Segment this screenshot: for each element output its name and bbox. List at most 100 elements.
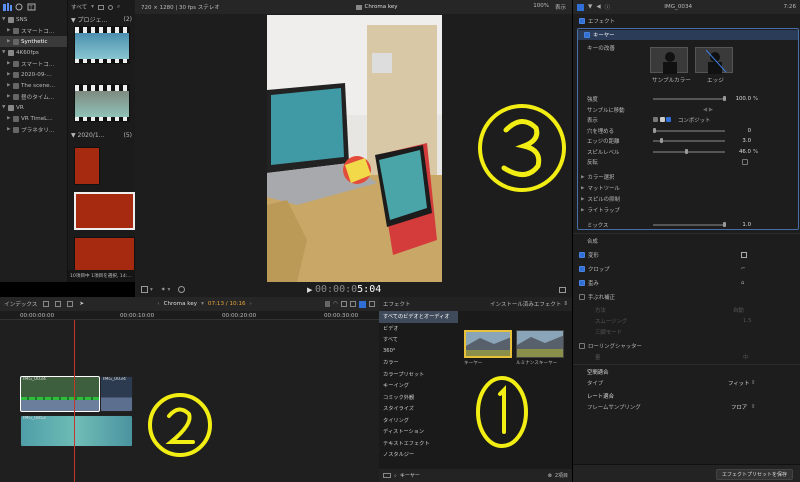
chevron-updown-icon[interactable]: ⇕ <box>751 380 756 386</box>
stabilization-section[interactable]: 手ぶれ補正 <box>573 292 800 302</box>
transform-section[interactable]: 変形 <box>573 250 800 260</box>
zoom-menu[interactable]: 100% <box>533 3 549 11</box>
type-popup[interactable]: フィット <box>728 379 749 387</box>
keyer-group[interactable]: ▶ カラー選択 <box>573 172 800 182</box>
keyer-group[interactable]: ▶ ライトラップ <box>573 205 800 215</box>
keyer-group[interactable]: ▶ マットツール <box>573 183 800 193</box>
event-item[interactable]: ▶ VR TimeL... <box>0 113 67 124</box>
distort-checkbox[interactable] <box>579 280 585 286</box>
stabilization-checkbox[interactable] <box>579 294 585 300</box>
composite-section[interactable]: 合成 <box>573 236 800 246</box>
event-item[interactable]: ▶ スマートコ... <box>0 25 67 36</box>
event-item[interactable]: ▶ スマートコ... <box>0 58 67 69</box>
timeline-clip-selected[interactable]: IMG_0034 <box>20 376 100 412</box>
chevron-updown-icon[interactable]: ⇕ <box>751 404 756 410</box>
chevron-down-icon[interactable]: ▾ <box>168 287 171 293</box>
effect-category[interactable]: テキストエフェクト <box>379 438 458 450</box>
crop-onscreen-icon[interactable]: ⌐ <box>741 266 746 272</box>
forward-icon[interactable]: › <box>250 301 252 307</box>
chevron-down-icon[interactable]: ▾ <box>91 4 94 10</box>
settings-icon[interactable] <box>107 4 113 10</box>
param-slider-knob[interactable] <box>685 148 689 154</box>
titles-generators-icon[interactable]: T <box>27 3 36 11</box>
view-menu[interactable]: 表示 <box>555 3 566 11</box>
project-thumbnail[interactable] <box>74 84 130 122</box>
disclosure-open-icon[interactable]: ▼ <box>2 17 6 22</box>
video-inspector-icon[interactable] <box>577 3 584 11</box>
sample-color-button[interactable] <box>650 47 688 74</box>
event-item[interactable]: ▶ 2020-09-... <box>0 69 67 80</box>
transitions-icon[interactable] <box>368 301 375 307</box>
transform-onscreen-icon[interactable] <box>741 252 747 258</box>
view-mode-icons[interactable] <box>653 116 672 124</box>
search-input[interactable]: キーヤー <box>400 472 545 479</box>
effect-category[interactable]: すべてのビデオとオーディオ <box>379 311 458 323</box>
info-inspector-icon[interactable]: ⓘ <box>605 3 611 11</box>
audio-inspector-icon[interactable]: ◀ <box>596 4 600 10</box>
disclosure-closed-icon[interactable]: ▶ <box>581 197 584 202</box>
effects-checkbox[interactable] <box>579 18 585 24</box>
disclosure-closed-icon[interactable]: ▶ <box>7 127 11 132</box>
event-item[interactable]: ▶ プラネタリ... <box>0 124 67 135</box>
disclosure-closed-icon[interactable]: ▶ <box>581 175 584 180</box>
keyer-checkbox[interactable] <box>584 32 590 38</box>
fullscreen-icon[interactable] <box>559 286 566 293</box>
event-item[interactable]: ▶ 昼のタイム... <box>0 91 67 102</box>
timeline-ruler[interactable]: 00:00:00:00 00:00:10:00 00:00:20:00 00:0… <box>0 311 379 320</box>
disclosure-closed-icon[interactable]: ▶ <box>581 208 584 213</box>
group-header-date[interactable]: ▼ 2020/1... (5) <box>68 130 135 141</box>
select-tool-icon[interactable]: ➤ <box>79 301 84 307</box>
effect-category[interactable]: すべて <box>379 334 458 346</box>
clear-search-icon[interactable]: ⊗ <box>548 473 552 479</box>
effect-item-keyer[interactable] <box>464 330 512 358</box>
rolling-shutter-checkbox[interactable] <box>579 343 585 349</box>
disclosure-closed-icon[interactable]: ▶ <box>7 94 11 99</box>
effect-category[interactable]: ビデオ <box>379 323 458 335</box>
effect-category[interactable]: スタイライズ <box>379 403 458 415</box>
chevron-down-icon[interactable]: ▾ <box>201 301 204 307</box>
magic-wand-icon[interactable]: ✶ <box>161 287 166 293</box>
effect-category[interactable]: 360° <box>379 346 458 358</box>
effects-browser-icon[interactable] <box>358 300 366 308</box>
skimming-icon[interactable] <box>349 301 356 307</box>
headphones-icon[interactable]: ◠ <box>333 301 338 307</box>
tool-icon[interactable] <box>67 301 74 307</box>
param-slider-knob[interactable] <box>660 138 663 143</box>
rolling-shutter-section[interactable]: ローリングシャッター <box>573 341 800 351</box>
disclosure-closed-icon[interactable]: ▶ <box>7 61 11 66</box>
param-slider-knob[interactable] <box>653 127 656 133</box>
chevron-down-icon[interactable]: ▾ <box>150 287 153 293</box>
filmstrip-view-icon[interactable] <box>97 4 104 10</box>
event-item[interactable]: ▶ Synthetic <box>0 36 67 47</box>
chevron-updown-icon[interactable]: ⇕ <box>563 301 568 307</box>
crop-section[interactable]: クロップ ⌐ <box>573 264 800 274</box>
disclosure-closed-icon[interactable]: ▶ <box>7 83 11 88</box>
group-header-projects[interactable]: ▼ プロジェ... (2) <box>68 14 135 25</box>
color-inspector-icon[interactable]: ▼ <box>588 4 592 10</box>
effect-category[interactable]: キーイング <box>379 380 458 392</box>
index-tab[interactable]: インデックス <box>4 300 37 308</box>
library-item[interactable]: ▼ SNS <box>0 14 67 25</box>
save-effects-preset-button[interactable]: エフェクトプリセットを保存 <box>715 469 793 480</box>
snap-icon[interactable] <box>340 301 347 307</box>
disclosure-closed-icon[interactable]: ▶ <box>7 72 11 77</box>
libraries-icon[interactable] <box>3 3 12 11</box>
disclosure-open-icon[interactable]: ▼ <box>2 105 6 110</box>
sample-nav-arrows-icon[interactable]: ◀ ▶ <box>703 107 713 113</box>
project-title[interactable]: Chroma key <box>164 301 198 307</box>
effect-category[interactable]: コミック外観 <box>379 392 458 404</box>
disclosure-open-icon[interactable]: ▼ <box>2 50 6 55</box>
tool-icon[interactable] <box>55 301 62 307</box>
speed-icon[interactable] <box>178 286 186 293</box>
tool-icon[interactable] <box>43 301 50 307</box>
effect-category[interactable]: カラープリセット <box>379 369 458 381</box>
edges-button[interactable] <box>695 47 733 74</box>
library-item[interactable]: ▼ VR <box>0 102 67 113</box>
play-button[interactable]: ▶ <box>307 286 312 294</box>
effect-category[interactable]: ノスタルジー <box>379 449 458 461</box>
invert-checkbox[interactable] <box>742 159 748 165</box>
disclosure-closed-icon[interactable]: ▶ <box>7 39 11 44</box>
crop-checkbox[interactable] <box>579 266 585 272</box>
playhead[interactable] <box>74 320 75 482</box>
browser-filter[interactable]: すべて <box>71 3 87 11</box>
